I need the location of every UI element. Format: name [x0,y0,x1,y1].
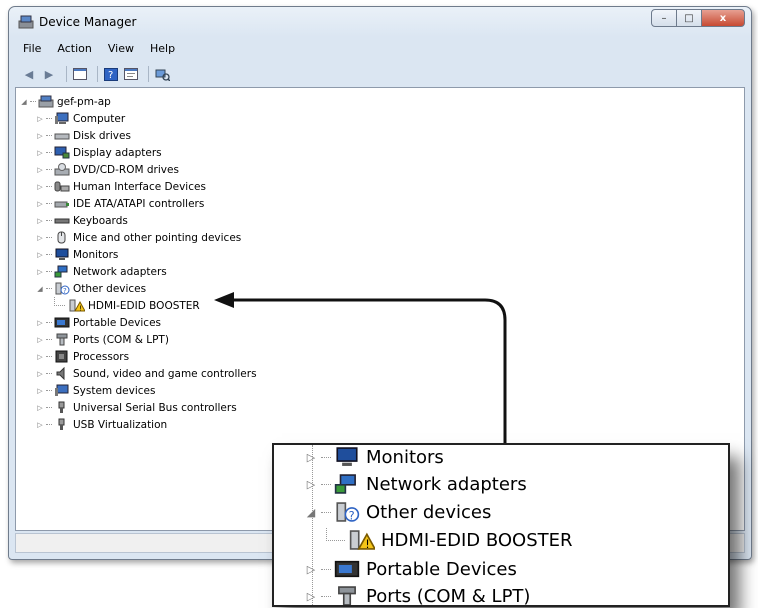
zoom-item-ports: ▷ Ports (COM & LPT) [304,582,531,607]
expand-arrow-icon: ▷ [306,562,316,576]
zoom-item-label: HDMI-EDID BOOSTER [381,529,573,551]
warning-device-icon: ! [349,530,375,551]
zoom-item-hdmi-edid-booster: ! HDMI-EDID BOOSTER [326,526,573,554]
collapse-arrow-icon: ◢ [306,505,316,519]
port-icon [338,586,356,605]
portable-device-icon [334,560,360,578]
zoom-item-label: Portable Devices [366,558,517,580]
zoom-item-other-devices: ◢ ? Other devices [304,498,492,526]
zoom-callout: ▷ Monitors ▷ Network adapters ◢ ? Other … [272,443,730,607]
expand-arrow-icon: ▷ [306,589,316,603]
unknown-device-icon: ? [336,502,360,522]
svg-text:?: ? [349,508,355,522]
zoom-item-label: Monitors [366,446,444,468]
zoom-item-label: Network adapters [366,473,527,495]
expand-arrow-icon: ▷ [306,450,316,464]
zoom-item-monitors: ▷ Monitors [304,445,444,471]
zoom-item-label: Other devices [366,501,492,523]
zoom-item-label: Ports (COM & LPT) [366,585,531,607]
monitor-icon [336,447,358,466]
zoom-item-portable-devices: ▷ Portable Devices [304,555,517,583]
svg-text:!: ! [365,537,370,551]
expand-arrow-icon: ▷ [306,477,316,491]
zoom-item-network-adapters: ▷ Network adapters [304,470,527,498]
network-adapter-icon [334,474,356,494]
